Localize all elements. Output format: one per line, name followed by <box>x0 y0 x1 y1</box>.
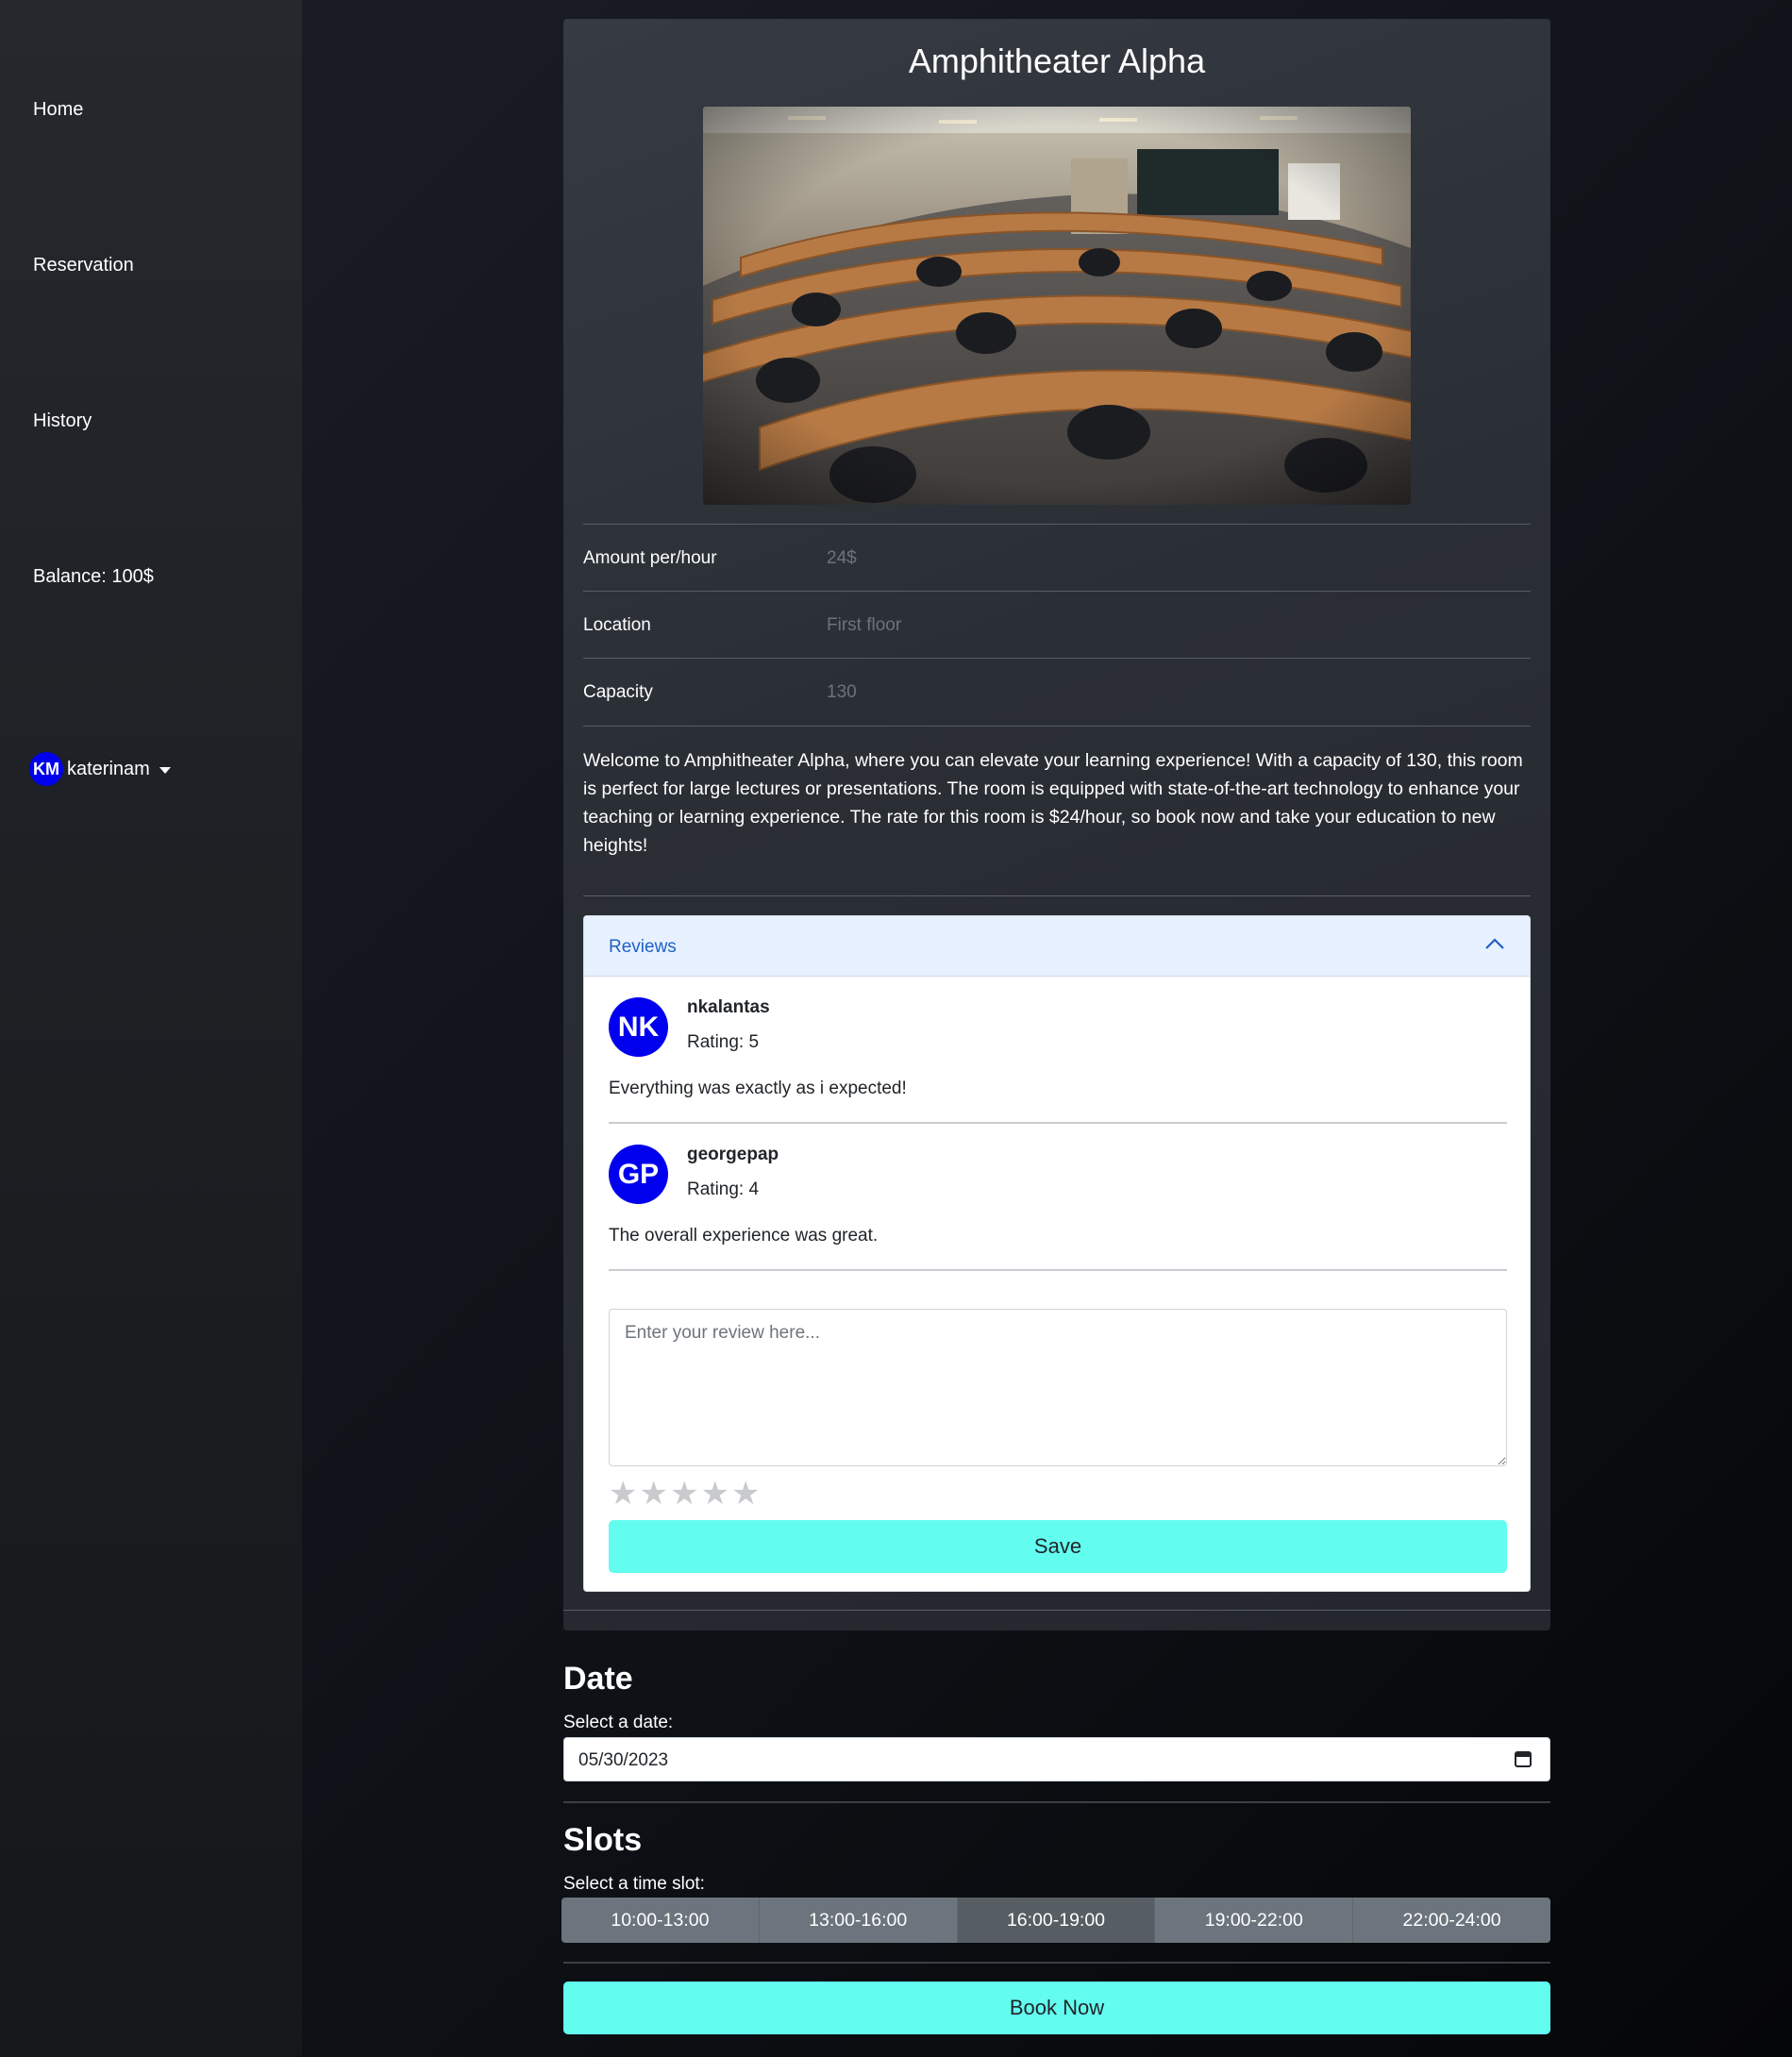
divider <box>563 1610 1550 1611</box>
star-icon[interactable]: ★ <box>731 1478 760 1510</box>
reviews-accordion-header[interactable]: Reviews <box>584 916 1530 977</box>
time-slot-button-selected[interactable]: 16:00-19:00 <box>957 1898 1156 1943</box>
review-username: nkalantas <box>687 997 770 1017</box>
time-slot-button[interactable]: 22:00-24:00 <box>1353 1898 1550 1943</box>
review-username: georgepap <box>687 1145 779 1164</box>
detail-row-capacity: Capacity 130 <box>583 658 1531 726</box>
star-icon[interactable]: ★ <box>639 1478 667 1510</box>
slots-heading: Slots <box>563 1822 643 1858</box>
detail-value: First floor <box>827 615 902 635</box>
divider <box>583 895 1531 896</box>
review-textarea[interactable] <box>609 1309 1507 1466</box>
date-value: 05/30/2023 <box>578 1750 669 1770</box>
date-label: Select a date: <box>563 1713 674 1732</box>
room-title: Amphitheater Alpha <box>908 42 1206 80</box>
date-input[interactable]: 05/30/2023 <box>563 1737 1550 1781</box>
time-slot-button[interactable]: 10:00-13:00 <box>561 1898 760 1943</box>
detail-label: Capacity <box>583 682 653 702</box>
sidebar: Home Reservation History Balance: 100$ K… <box>0 0 302 2057</box>
star-icon[interactable]: ★ <box>670 1478 698 1510</box>
slots-label: Select a time slot: <box>563 1874 705 1894</box>
date-heading: Date <box>563 1661 633 1697</box>
review-text: The overall experience was great. <box>609 1226 879 1246</box>
star-icon[interactable]: ★ <box>700 1478 729 1510</box>
reviews-title: Reviews <box>609 937 677 957</box>
room-photo <box>703 107 1411 505</box>
book-now-button[interactable]: Book Now <box>563 1982 1550 2034</box>
review-rating: Rating: 5 <box>687 1032 760 1052</box>
time-slot-button[interactable]: 19:00-22:00 <box>1155 1898 1354 1943</box>
review-item: NK nkalantas Rating: 5 Everything was ex… <box>609 977 1507 1124</box>
detail-row-amount: Amount per/hour 24$ <box>583 524 1531 592</box>
calendar-icon[interactable] <box>1514 1749 1532 1768</box>
review-text: Everything was exactly as i expected! <box>609 1079 907 1098</box>
sidebar-item-balance[interactable]: Balance: 100$ <box>33 566 154 588</box>
save-review-button[interactable]: Save <box>609 1520 1507 1573</box>
star-rating[interactable]: ★ ★ ★ ★ ★ <box>609 1478 760 1510</box>
avatar: GP <box>609 1145 668 1204</box>
room-description: Welcome to Amphitheater Alpha, where you… <box>583 750 1523 856</box>
avatar: NK <box>609 997 668 1057</box>
sidebar-item-home[interactable]: Home <box>33 99 83 121</box>
sidebar-item-reservation[interactable]: Reservation <box>33 255 134 276</box>
detail-value: 130 <box>827 682 857 702</box>
time-slot-button[interactable]: 13:00-16:00 <box>759 1898 958 1943</box>
review-rating: Rating: 4 <box>687 1179 760 1199</box>
sidebar-item-history[interactable]: History <box>33 410 92 432</box>
chevron-up-icon <box>1485 938 1504 949</box>
detail-value: 24$ <box>827 548 857 568</box>
room-card: Amphitheater Alpha Amount per/hour 24$ L… <box>563 19 1550 1631</box>
avatar: KM <box>29 752 63 786</box>
divider <box>583 726 1531 727</box>
detail-label: Amount per/hour <box>583 548 717 568</box>
reviews-accordion: Reviews NK nkalantas Rating: 5 Everythin… <box>583 915 1531 1592</box>
divider <box>563 1962 1550 1964</box>
review-item: GP georgepap Rating: 4 The overall exper… <box>609 1124 1507 1271</box>
detail-row-location: Location First floor <box>583 591 1531 659</box>
user-name: katerinam <box>67 758 150 779</box>
star-icon[interactable]: ★ <box>609 1478 637 1510</box>
user-menu-dropdown[interactable]: KM katerinam <box>29 752 171 786</box>
divider <box>563 1801 1550 1803</box>
caret-down-icon <box>159 766 171 774</box>
detail-label: Location <box>583 615 651 635</box>
time-slot-group: 10:00-13:00 13:00-16:00 16:00-19:00 19:0… <box>561 1898 1550 1943</box>
